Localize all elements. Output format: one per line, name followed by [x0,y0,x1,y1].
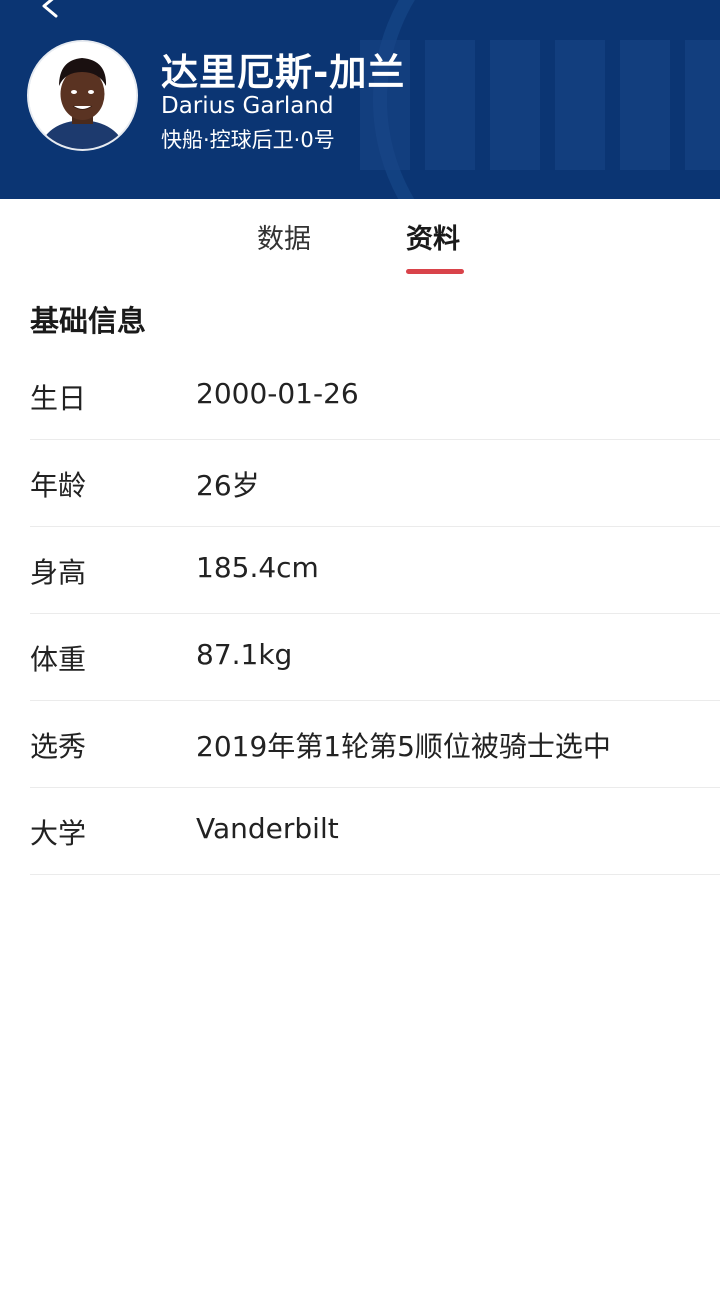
info-row-weight: 体重 87.1kg [30,614,720,701]
basic-info-list: 生日 2000-01-26 年龄 26岁 身高 185.4cm 体重 87.1k… [30,353,720,875]
player-name-cn: 达里厄斯-加兰 [161,51,406,94]
tab-stats[interactable]: 数据 [257,217,311,256]
section-title: 基础信息 [30,304,147,338]
info-row-draft: 选秀 2019年第1轮第5顺位被骑士选中 [30,701,720,788]
info-row-height: 身高 185.4cm [30,527,720,614]
player-photo-icon [29,42,136,149]
tab-bar: 数据 资料 [0,199,720,279]
player-header: 达里厄斯-加兰 Darius Garland 快船·控球后卫·0号 [0,0,720,199]
info-row-age: 年龄 26岁 [30,440,720,527]
info-value: 185.4cm [196,551,319,584]
info-row-college: 大学 Vanderbilt [30,788,720,875]
info-label: 体重 [30,643,87,676]
player-team-position: 快船·控球后卫·0号 [161,128,335,152]
info-label: 选秀 [30,730,87,763]
info-value: 87.1kg [196,638,293,671]
tab-profile[interactable]: 资料 [406,217,460,256]
info-label: 生日 [30,382,87,415]
active-tab-indicator [406,269,464,274]
info-value: Vanderbilt [196,812,339,845]
info-value: 2000-01-26 [196,377,359,410]
info-value: 2019年第1轮第5顺位被骑士选中 [196,730,611,763]
player-avatar [29,42,136,149]
info-label: 身高 [30,556,87,589]
player-name-en: Darius Garland [161,93,334,119]
info-label: 年龄 [30,469,87,502]
info-value: 26岁 [196,469,260,502]
team-logo-watermark [360,0,720,199]
info-row-birthday: 生日 2000-01-26 [30,353,720,440]
info-label: 大学 [30,817,87,850]
back-arrow-icon[interactable] [30,0,70,18]
